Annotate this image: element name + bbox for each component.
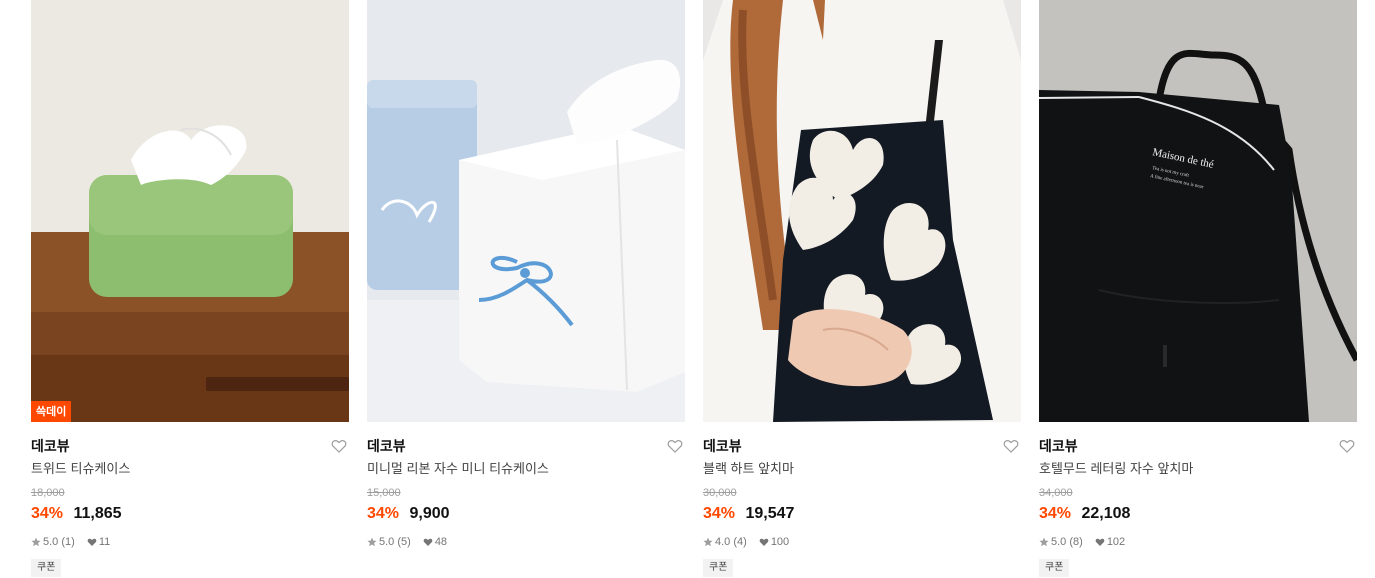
review-count: (8) xyxy=(1069,536,1083,548)
original-price: 30,000 xyxy=(703,487,737,499)
product-image[interactable] xyxy=(703,0,1021,422)
price-row: 34% 22,108 xyxy=(1039,504,1357,524)
review-count: (5) xyxy=(397,536,411,548)
product-grid: 쓱데이 데코뷰 트위드 티슈케이스 18,000 34% 11,865 5.0 … xyxy=(0,0,1375,578)
coupon-tag: 쿠폰 xyxy=(703,559,734,577)
like-count: 48 xyxy=(434,536,448,548)
sale-price: 19,547 xyxy=(745,505,795,522)
product-title[interactable]: 블랙 하트 앞치마 xyxy=(703,461,1021,477)
product-card[interactable]: 쓱데이 데코뷰 트위드 티슈케이스 18,000 34% 11,865 5.0 … xyxy=(31,0,349,578)
product-image[interactable]: 쓱데이 xyxy=(31,0,349,422)
price-row: 34% 11,865 xyxy=(31,504,349,524)
product-stats: 5.0 (8) 102 xyxy=(1039,535,1357,549)
discount-rate: 34% xyxy=(367,505,400,522)
like-count: 102 xyxy=(1106,536,1126,548)
price-row: 34% 19,547 xyxy=(703,504,1021,524)
rating-value: 5.0 xyxy=(379,536,395,548)
original-price: 34,000 xyxy=(1039,487,1073,499)
original-price: 18,000 xyxy=(31,487,65,499)
product-title[interactable]: 미니멀 리본 자수 미니 티슈케이스 xyxy=(367,461,685,477)
wishlist-heart-icon[interactable] xyxy=(1003,438,1019,454)
product-card[interactable]: 데코뷰 미니멀 리본 자수 미니 티슈케이스 15,000 34% 9,900 … xyxy=(367,0,685,578)
product-stats: 5.0 (1) 11 xyxy=(31,535,349,549)
product-title[interactable]: 트위드 티슈케이스 xyxy=(31,461,349,477)
rating-value: 5.0 xyxy=(1051,536,1067,548)
sale-badge: 쓱데이 xyxy=(31,401,72,422)
black-heart-apron-photo xyxy=(703,0,1021,422)
review-count: (1) xyxy=(61,536,75,548)
like-count: 11 xyxy=(98,536,111,548)
star-icon xyxy=(1039,537,1049,547)
brand-name[interactable]: 데코뷰 xyxy=(31,437,349,455)
sale-price: 22,108 xyxy=(1081,505,1131,522)
brand-name[interactable]: 데코뷰 xyxy=(367,437,685,455)
lettering-apron-photo: Maison de thé Tea is not my craft A fine… xyxy=(1039,0,1357,422)
discount-rate: 34% xyxy=(1039,505,1072,522)
price-row: 34% 9,900 xyxy=(367,504,685,524)
star-icon xyxy=(703,537,713,547)
brand-name[interactable]: 데코뷰 xyxy=(1039,437,1357,455)
product-stats: 4.0 (4) 100 xyxy=(703,535,1021,549)
brand-name[interactable]: 데코뷰 xyxy=(703,437,1021,455)
star-icon xyxy=(367,537,377,547)
product-image[interactable] xyxy=(367,0,685,422)
product-image[interactable]: Maison de thé Tea is not my craft A fine… xyxy=(1039,0,1357,422)
heart-icon xyxy=(1095,538,1105,546)
rating-value: 5.0 xyxy=(43,536,59,548)
tweed-tissue-case-photo xyxy=(31,0,349,422)
product-stats: 5.0 (5) 48 xyxy=(367,535,685,549)
product-card[interactable]: 데코뷰 블랙 하트 앞치마 30,000 34% 19,547 4.0 (4) … xyxy=(703,0,1021,578)
star-icon xyxy=(31,537,41,547)
discount-rate: 34% xyxy=(31,505,64,522)
heart-icon xyxy=(87,538,97,546)
ribbon-tissue-case-photo xyxy=(367,0,685,422)
wishlist-heart-icon[interactable] xyxy=(331,438,347,454)
heart-icon xyxy=(759,538,769,546)
original-price: 15,000 xyxy=(367,487,401,499)
sale-price: 9,900 xyxy=(409,505,450,522)
rating-value: 4.0 xyxy=(715,536,731,548)
sale-price: 11,865 xyxy=(73,505,122,522)
review-count: (4) xyxy=(733,536,747,548)
product-card[interactable]: Maison de thé Tea is not my craft A fine… xyxy=(1039,0,1357,578)
coupon-tag: 쿠폰 xyxy=(31,559,62,577)
wishlist-heart-icon[interactable] xyxy=(1339,438,1355,454)
heart-icon xyxy=(423,538,433,546)
like-count: 100 xyxy=(770,536,790,548)
wishlist-heart-icon[interactable] xyxy=(667,438,683,454)
coupon-tag: 쿠폰 xyxy=(1039,559,1070,577)
discount-rate: 34% xyxy=(703,505,736,522)
product-title[interactable]: 호텔무드 레터링 자수 앞치마 xyxy=(1039,461,1357,477)
